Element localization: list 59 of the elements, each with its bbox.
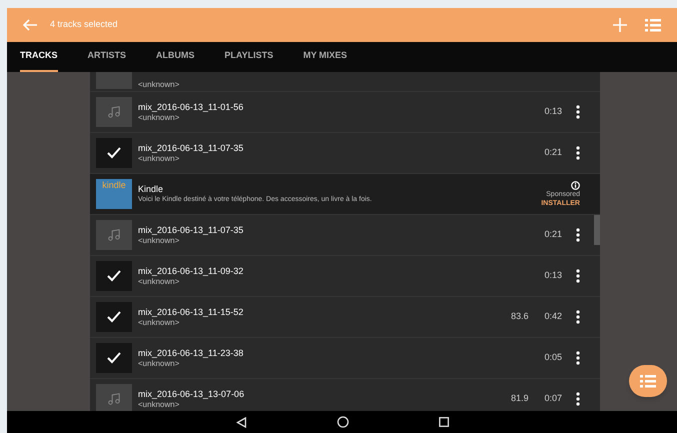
home-icon[interactable] (336, 416, 348, 428)
info-icon[interactable] (571, 180, 580, 190)
track-bpm: 83.6 (510, 310, 528, 324)
checkmark-icon (107, 352, 121, 364)
track-thumbnail[interactable] (96, 220, 132, 250)
more-options-icon[interactable] (576, 105, 580, 119)
checkmark-icon (107, 270, 121, 282)
ad-title: Kindle (138, 184, 164, 194)
track-bpm: 81.9 (510, 392, 528, 406)
selected-thumbnail[interactable] (96, 138, 132, 168)
more-options-icon[interactable] (576, 392, 580, 406)
track-duration: 0:13 (544, 105, 562, 118)
more-options-icon[interactable] (576, 228, 580, 242)
logo-text: kindle (102, 179, 126, 191)
recents-icon[interactable] (438, 417, 448, 427)
track-artist: <unknown> (138, 112, 180, 122)
checkmark-icon (107, 147, 121, 159)
track-title: mix_2016-06-13_13-07-06 (138, 388, 246, 400)
track-artist: <unknown> (138, 154, 180, 164)
tab[interactable]: MY MIXES (303, 42, 348, 72)
selection-title: 4 tracks selected (50, 18, 118, 32)
music-note-icon (107, 105, 121, 119)
track-title: mix_2016-06-13_11-01-56 (138, 102, 244, 112)
more-options-icon[interactable] (576, 146, 580, 160)
track-duration: 0:07 (544, 392, 562, 406)
tab[interactable]: ALBUMS (156, 42, 195, 72)
track-artist: <unknown> (138, 318, 180, 328)
tab[interactable]: PLAYLISTS (224, 42, 274, 72)
track-title: mix_2016-06-13_11-07-35 (138, 142, 244, 154)
track-title: mix_2016-06-13_11-09-32 (138, 266, 244, 276)
track-thumbnail[interactable] (96, 72, 132, 89)
track-thumbnail[interactable] (96, 384, 132, 411)
selected-thumbnail[interactable] (96, 302, 132, 332)
track-artist: <unknown> (138, 81, 180, 89)
selected-thumbnail[interactable] (96, 261, 132, 291)
queue-fab[interactable] (629, 365, 667, 397)
more-options-icon[interactable] (576, 310, 580, 324)
track-artist: <unknown> (138, 358, 180, 368)
track-duration: 0:05 (544, 351, 562, 364)
tab[interactable]: ARTISTS (88, 42, 126, 72)
more-options-icon[interactable] (576, 269, 580, 283)
music-note-icon (107, 228, 121, 242)
track-duration: 0:21 (544, 146, 562, 160)
selected-thumbnail[interactable] (96, 343, 132, 373)
checkmark-icon (107, 311, 121, 323)
track-title: mix_2016-06-13_11-15-52 (138, 306, 244, 318)
track-thumbnail[interactable] (96, 97, 132, 127)
back-icon[interactable] (236, 416, 246, 428)
track-title: mix_2016-06-13_11-07-35 (138, 224, 244, 236)
more-options-icon[interactable] (576, 351, 580, 365)
track-title: mix_2016-06-13_11-23-38 (138, 348, 244, 358)
track-artist: <unknown> (138, 236, 180, 246)
scrollbar[interactable] (594, 215, 600, 245)
track-artist: <unknown> (138, 276, 180, 286)
track-artist: <unknown> (138, 400, 180, 410)
track-duration: 0:13 (544, 269, 562, 282)
track-duration: 0:21 (544, 228, 562, 242)
music-note-icon (107, 392, 121, 406)
track-duration: 0:42 (544, 310, 562, 324)
